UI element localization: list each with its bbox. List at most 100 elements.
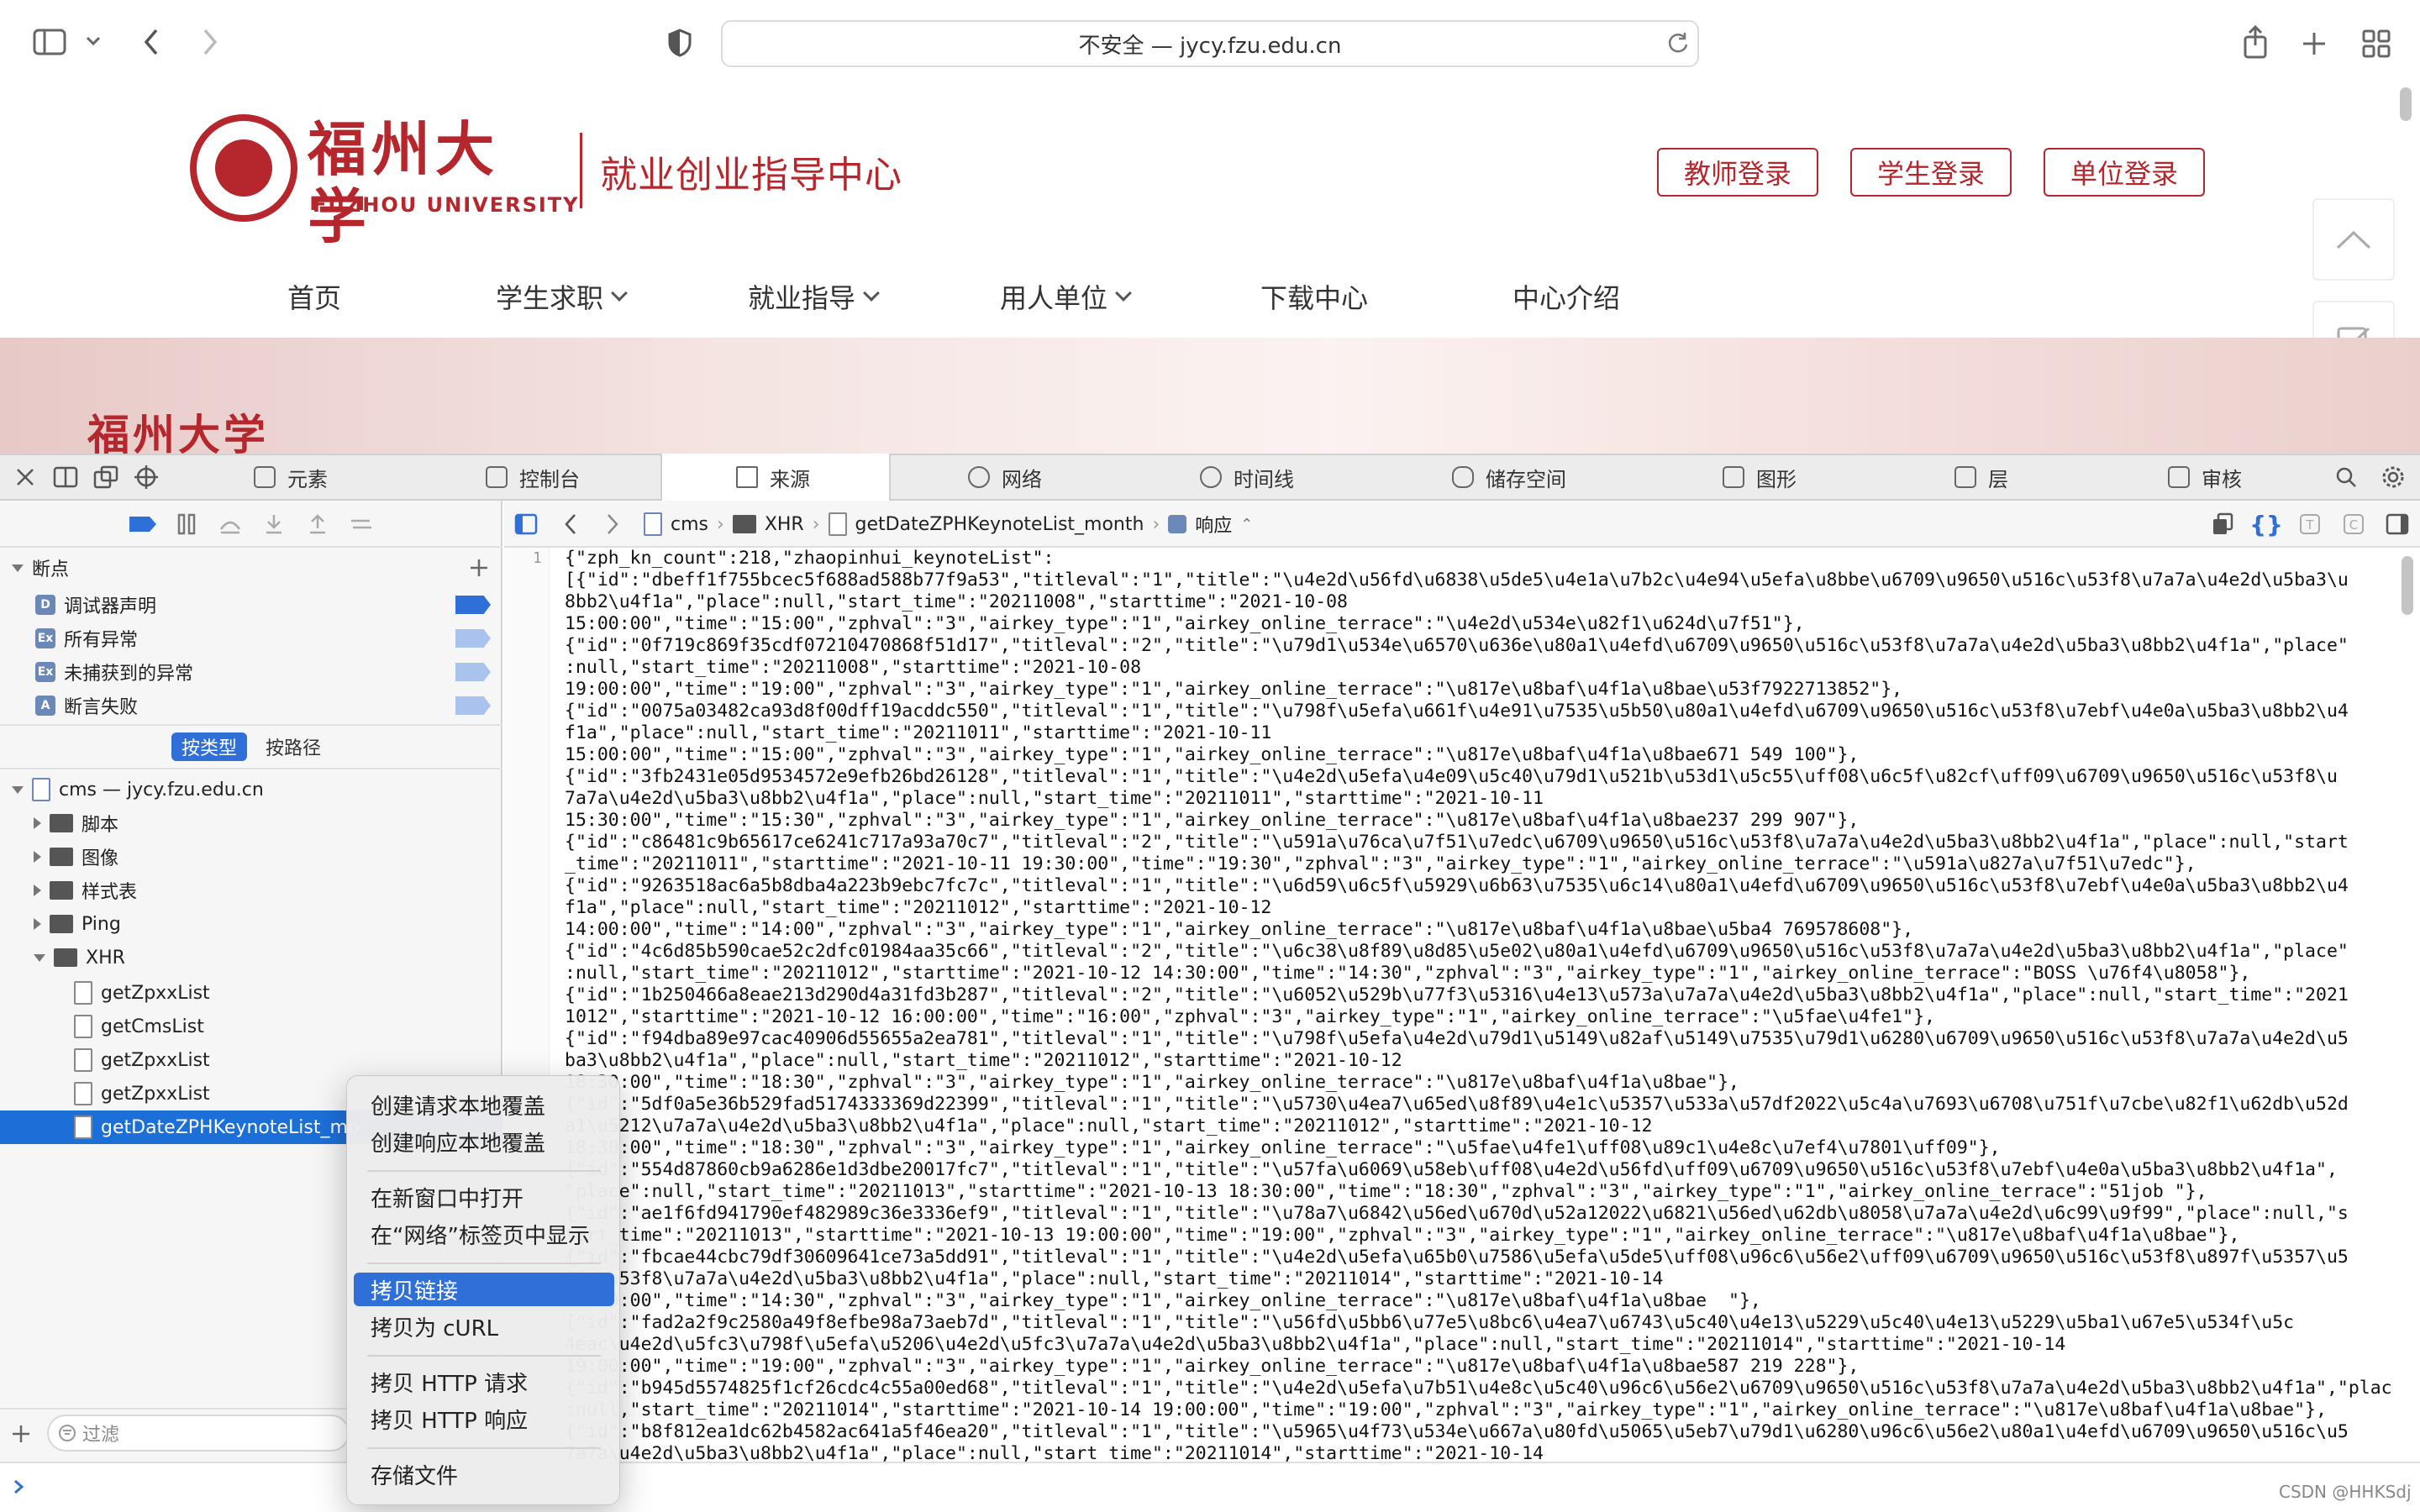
menu-save-file[interactable]: 存储文件 [354,1457,614,1491]
page-scrollbar[interactable] [2400,87,2412,121]
folder-icon [50,848,73,866]
gear-icon[interactable] [2378,462,2408,492]
network-globe-icon [968,466,990,488]
tab-timeline[interactable]: 时间线 [1200,454,1294,501]
breadcrumb-item[interactable]: cms [671,514,708,535]
code-scrollbar[interactable] [2402,556,2413,615]
breakpoint-all-exceptions[interactable]: Ex 所有异常 [35,622,138,655]
nav-employers[interactable]: 用人单位 [1000,277,1132,316]
forward-arrow-icon[interactable] [600,509,625,539]
menu-open-new-window[interactable]: 在新窗口中打开 [354,1180,614,1214]
tab-elements[interactable]: 元素 [254,454,328,501]
xhr-item[interactable]: getZpxxList [74,976,210,1010]
nav-career-guide[interactable]: 就业指导 [748,277,880,316]
search-icon[interactable] [2331,462,2361,492]
document-icon [828,512,847,536]
tab-storage[interactable]: 储存空间 [1452,454,1566,501]
group-by-type-button[interactable]: 按类型 [171,732,247,761]
breakpoint-assertion-failures[interactable]: A 断言失败 [35,689,138,722]
nav-home[interactable]: 首页 [287,277,341,316]
menu-copy-link[interactable]: 拷贝链接 [354,1273,614,1306]
address-bar[interactable]: 不安全 — jycy.fzu.edu.cn [721,20,1699,67]
folder-xhr[interactable]: XHR [34,941,125,974]
code-line: {"zph_kn_count":218,"zhaopinhui_keynoteL… [565,548,1055,569]
xhr-item[interactable]: getZpxxList [74,1043,210,1077]
folder-ping[interactable]: Ping [34,907,121,941]
step-over-icon[interactable] [215,511,245,538]
chevron-down-icon[interactable] [82,30,104,52]
breakpoint-uncaught-exceptions[interactable]: Ex 未捕获到的异常 [35,655,193,689]
menu-copy-http-response[interactable]: 拷贝 HTTP 响应 [354,1402,614,1436]
tab-sources[interactable]: 来源 [736,454,810,501]
coverage-icon[interactable]: C [2339,509,2368,539]
breakpoint-disabled-flag-icon[interactable] [455,663,491,681]
debugger-controls [0,501,502,548]
forward-arrow-icon[interactable] [195,25,225,59]
breakpoint-disabled-flag-icon[interactable] [455,696,491,715]
navigator-toggle-icon[interactable] [511,509,541,539]
tab-console[interactable]: 控制台 [486,454,580,501]
type-text-icon[interactable]: T [2296,509,2324,539]
nav-downloads[interactable]: 下载中心 [1260,277,1368,316]
tab-network[interactable]: 网络 [968,454,1042,501]
breakpoint-disabled-flag-icon[interactable] [455,629,491,648]
filter-input[interactable]: 过滤 [47,1415,350,1452]
step-out-icon[interactable] [302,511,333,538]
step-icon[interactable] [346,511,376,538]
share-icon[interactable] [2238,24,2272,60]
xhr-item[interactable]: getZpxxList [74,1077,210,1110]
breakpoints-toggle-icon[interactable] [126,512,160,536]
xhr-item-selected[interactable]: getDateZPHKeynoteList_mo [74,1110,359,1144]
element-picker-icon[interactable] [131,462,161,492]
back-arrow-icon[interactable] [558,509,583,539]
copy-icon[interactable] [2208,509,2237,539]
detach-window-icon[interactable] [91,462,121,492]
reload-icon[interactable] [1664,29,1692,57]
menu-copy-http-request[interactable]: 拷贝 HTTP 请求 [354,1365,614,1399]
response-selector[interactable]: 响应 [1195,511,1232,538]
folder-stylesheets[interactable]: 样式表 [34,874,137,907]
breakpoint-debugger-statement[interactable]: D 调试器声明 [35,588,156,622]
tab-audit[interactable]: 审核 [2168,454,2242,501]
pause-icon[interactable] [171,511,202,538]
group-by-path-button[interactable]: 按路径 [255,732,331,761]
tab-overview-icon[interactable] [2360,27,2393,60]
add-resource-plus-icon[interactable] [8,1421,34,1446]
folder-images[interactable]: 图像 [34,840,118,874]
breakpoints-section-header[interactable]: 断点 [12,551,69,585]
audit-icon [2168,466,2190,488]
menu-copy-as-curl[interactable]: 拷贝为 cURL [354,1310,614,1343]
xhr-item[interactable]: getCmsList [74,1010,204,1043]
privacy-shield-icon[interactable] [666,27,694,59]
company-login-button[interactable]: 单位登录 [2044,148,2205,197]
pretty-print-braces-icon[interactable]: {} [2249,509,2283,539]
folder-scripts[interactable]: 脚本 [34,806,118,840]
menu-show-in-network[interactable]: 在“网络”标签页中显示 [354,1217,614,1251]
university-name-logo[interactable]: 福州大学 [308,116,560,250]
breakpoint-enabled-flag-icon[interactable] [455,596,491,614]
university-seal-logo[interactable] [190,114,297,222]
add-breakpoint-plus-icon[interactable] [467,556,491,580]
resource-root[interactable]: cms — jycy.fzu.edu.cn [12,773,264,806]
teacher-login-button[interactable]: 教师登录 [1657,148,1818,197]
tab-layers[interactable]: 层 [1954,454,2008,501]
chevron-updown-icon[interactable]: ⌃ [1240,516,1253,533]
response-source-code[interactable]: {"zph_kn_count":218,"zhaopinhui_keynoteL… [565,548,2393,1462]
nav-student-jobs[interactable]: 学生求职 [496,277,628,316]
menu-create-response-override[interactable]: 创建响应本地覆盖 [354,1125,614,1158]
step-into-icon[interactable] [259,511,289,538]
menu-create-request-override[interactable]: 创建请求本地覆盖 [354,1088,614,1121]
scroll-to-top-button[interactable] [2312,198,2395,281]
details-sidebar-toggle-icon[interactable] [2383,509,2412,539]
close-icon[interactable] [10,462,40,492]
breadcrumb-item[interactable]: getDateZPHKeynoteList_month [855,514,1144,535]
sidebar-toggle-icon[interactable] [32,27,67,57]
tab-graphics[interactable]: 图形 [1723,454,1797,501]
new-tab-plus-icon[interactable] [2297,27,2331,60]
back-arrow-icon[interactable] [136,25,166,59]
student-login-button[interactable]: 学生登录 [1850,148,2012,197]
chevron-up-icon [2336,230,2371,249]
breadcrumb-item[interactable]: XHR [765,514,804,535]
dock-icon[interactable] [50,462,81,492]
nav-about[interactable]: 中心介绍 [1512,277,1620,316]
